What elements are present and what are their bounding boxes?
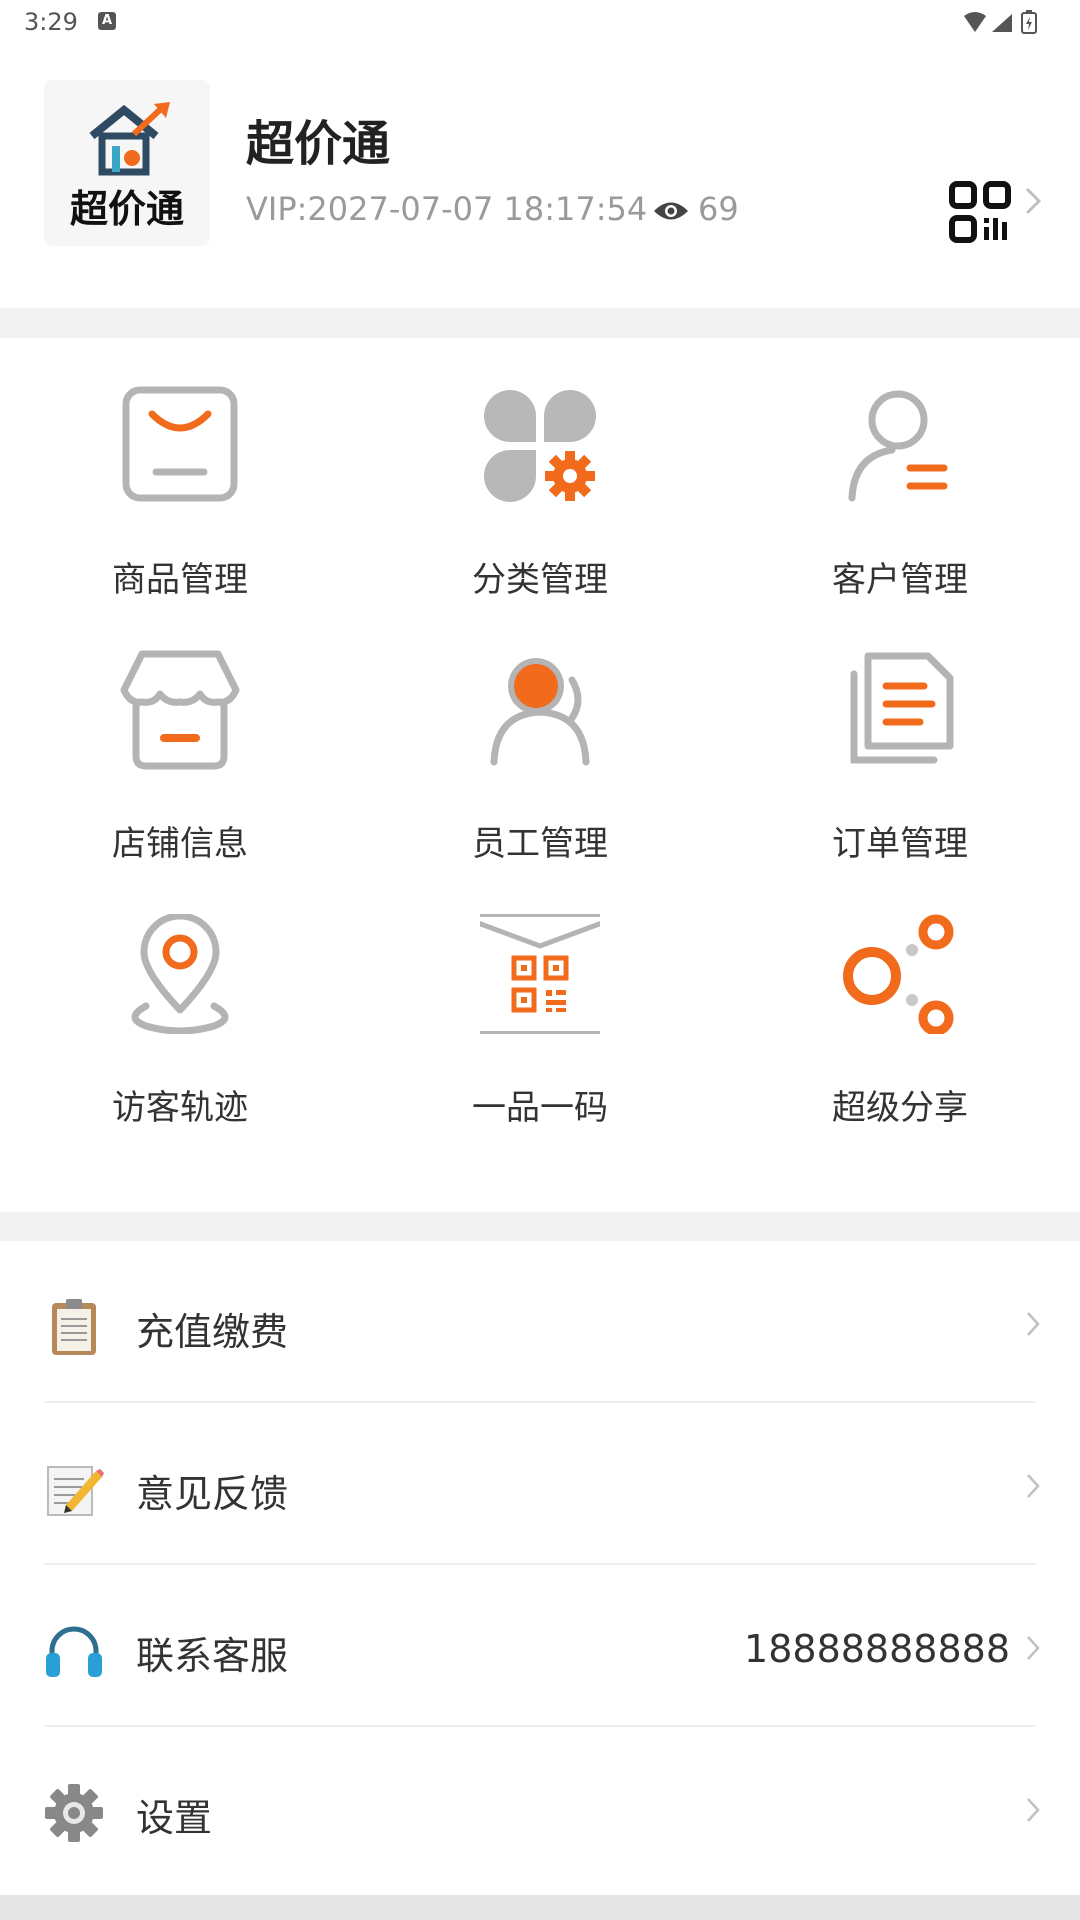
signal-icon [992, 14, 1012, 32]
grid-label: 订单管理 [832, 824, 968, 864]
qr-code-button[interactable] [948, 180, 1060, 250]
wifi-icon [964, 12, 986, 32]
grid-item-order[interactable]: 订单管理 [720, 602, 1080, 866]
grid-label: 超级分享 [832, 1088, 968, 1128]
order-document-icon [850, 652, 954, 764]
menu-item-settings[interactable]: 设置 [0, 1727, 1080, 1889]
grid-label: 员工管理 [472, 824, 608, 864]
grid-item-qrcode[interactable]: 一品一码 [360, 866, 720, 1130]
settings-menu: 充值缴费 意见反馈 联系客服 18888888888 设置 [0, 1241, 1080, 1895]
view-count: 69 [652, 190, 739, 228]
grid-item-share[interactable]: 超级分享 [720, 866, 1080, 1130]
chevron-right-icon [1027, 1636, 1040, 1660]
menu-item-support[interactable]: 联系客服 18888888888 [0, 1565, 1080, 1727]
customer-icon [848, 390, 948, 502]
grid-label: 商品管理 [112, 560, 248, 600]
chevron-right-icon [1025, 187, 1042, 215]
grid-label: 客户管理 [832, 560, 968, 600]
category-gear-icon [484, 390, 596, 502]
notification-a-icon: A [98, 12, 116, 30]
grid-item-staff[interactable]: 员工管理 [360, 602, 720, 866]
staff-icon [490, 658, 590, 766]
profile-header[interactable]: 超价通 超价通 VIP:2027-07-07 18:17:54 69 [0, 46, 1080, 308]
support-phone: 18888888888 [744, 1627, 1010, 1671]
grid-label: 访客轨迹 [112, 1088, 248, 1128]
app-logo: 超价通 [44, 80, 210, 246]
chevron-right-icon [1027, 1798, 1040, 1822]
chevron-right-icon [1027, 1474, 1040, 1498]
eye-icon [654, 202, 688, 220]
status-icons [962, 10, 1052, 40]
bottom-edge [0, 1895, 1080, 1920]
logo-text: 超价通 [69, 187, 184, 231]
view-count-value: 69 [698, 190, 739, 228]
location-pin-icon [131, 914, 229, 1034]
qr-code-icon [949, 181, 1011, 243]
clipboard-icon [52, 1299, 96, 1355]
menu-label: 意见反馈 [136, 1472, 289, 1516]
grid-item-product[interactable]: 商品管理 [0, 338, 360, 602]
grid-label: 一品一码 [472, 1088, 608, 1128]
grid-item-category[interactable]: 分类管理 [360, 338, 720, 602]
menu-item-feedback[interactable]: 意见反馈 [0, 1403, 1080, 1565]
menu-label: 联系客服 [136, 1634, 289, 1678]
grid-label: 分类管理 [472, 560, 608, 600]
battery-icon [1021, 10, 1037, 34]
menu-label: 充值缴费 [136, 1310, 289, 1354]
house-chart-icon [89, 102, 170, 176]
share-icon [843, 914, 954, 1034]
memo-pencil-icon [47, 1466, 104, 1516]
headphones-icon [46, 1626, 102, 1677]
grid-item-customer[interactable]: 客户管理 [720, 338, 1080, 602]
feature-grid: 商品管理 分类管理 客户管理 店铺信息 员工管理 订单管理 访客轨迹 一品一码 … [0, 338, 1080, 1212]
gear-icon [45, 1784, 103, 1842]
grid-label: 店铺信息 [112, 824, 248, 864]
status-time: 3:29 [24, 8, 78, 36]
app-name: 超价通 [246, 116, 391, 172]
grid-item-visitor[interactable]: 访客轨迹 [0, 866, 360, 1130]
grid-item-store[interactable]: 店铺信息 [0, 602, 360, 866]
menu-item-recharge[interactable]: 充值缴费 [0, 1241, 1080, 1403]
menu-label: 设置 [136, 1796, 213, 1840]
store-icon [120, 650, 240, 770]
chevron-right-icon [1027, 1312, 1040, 1336]
status-bar: 3:29 A [0, 0, 1080, 46]
product-box-icon [122, 386, 238, 502]
qr-envelope-icon [480, 914, 600, 1034]
vip-expiry: VIP:2027-07-07 18:17:54 [246, 190, 648, 228]
